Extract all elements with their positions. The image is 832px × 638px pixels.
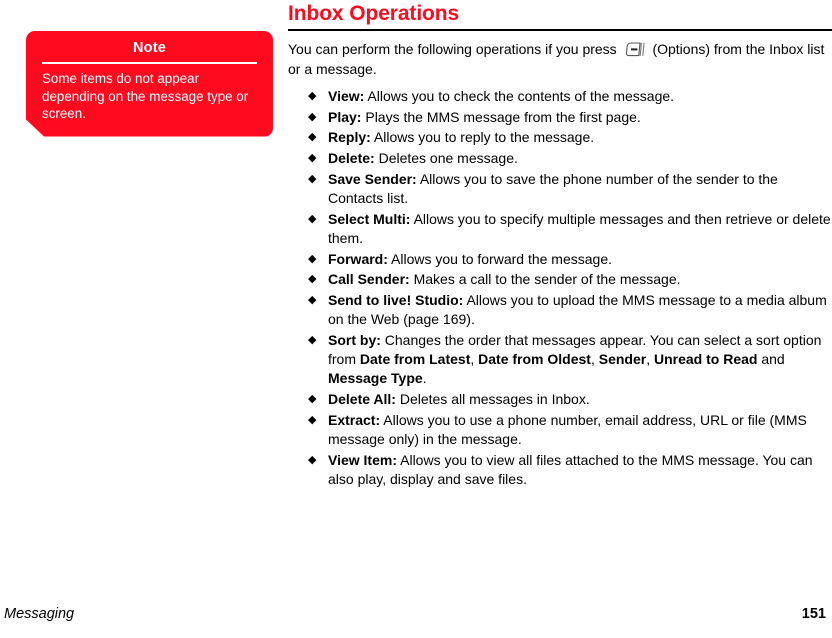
sort-option-message-type: Message Type: [328, 370, 423, 387]
sort-option-date-from-latest: Date from Latest: [359, 351, 471, 368]
footer-section-name: Messaging: [4, 606, 75, 622]
list-item: ◆ Send to live! Studio: Allows you to up…: [306, 291, 832, 329]
list-item: ◆ Reply: Allows you to reply to the mess…: [306, 128, 832, 147]
list-item: ◆ View Item: Allows you to view all file…: [306, 451, 832, 489]
operation-label: Call Sender:: [328, 271, 410, 288]
list-item: ◆ Play: Plays the MMS message from the f…: [306, 108, 832, 127]
operation-label: Reply:: [328, 129, 371, 146]
diamond-bullet-icon: ◆: [308, 333, 317, 346]
page-title: Inbox Operations: [288, 2, 460, 25]
footer-page-number: 151: [801, 606, 826, 622]
operation-label: Delete All:: [328, 391, 396, 408]
operation-label: Play:: [328, 108, 362, 125]
operation-label: Delete:: [328, 150, 375, 167]
operation-desc: Deletes all messages in Inbox.: [395, 391, 590, 408]
note-body: Some items do not appear depending on th…: [42, 71, 249, 121]
operation-desc: Allows you to forward the message.: [387, 250, 612, 267]
operation-desc: Makes a call to the sender of the messag…: [409, 271, 681, 288]
intro-paragraph: You can perform the following operations…: [288, 40, 832, 79]
list-item: ◆ Delete: Deletes one message.: [306, 149, 832, 168]
diamond-bullet-icon: ◆: [308, 393, 317, 406]
intro-text-before: You can perform the following operations…: [288, 41, 617, 57]
diamond-bullet-icon: ◆: [308, 212, 317, 225]
operation-desc: Allows you to use a phone number, email …: [328, 411, 807, 447]
title-rule: [288, 29, 832, 31]
desc-tail: .: [422, 370, 427, 387]
diamond-bullet-icon: ◆: [308, 152, 317, 165]
operation-desc: Allows you to check the contents of the …: [364, 88, 675, 104]
operation-desc: Deletes one message.: [374, 150, 518, 167]
document-page: Note Some items do not appear depending …: [0, 0, 832, 638]
sort-option-sender: Sender: [598, 351, 647, 368]
note-divider: [42, 62, 257, 64]
diamond-bullet-icon: ◆: [308, 131, 317, 144]
operation-label: View Item:: [328, 451, 397, 468]
operation-desc: Allows you to reply to the message.: [370, 129, 595, 146]
note-callout: Note Some items do not appear depending …: [26, 31, 273, 137]
diamond-bullet-icon: ◆: [308, 110, 317, 123]
operation-label: Forward:: [328, 250, 388, 267]
list-item: ◆ Select Multi: Allows you to specify mu…: [306, 210, 832, 248]
operation-label: Send to live! Studio:: [328, 292, 464, 309]
list-item: ◆ Forward: Allows you to forward the mes…: [306, 250, 832, 269]
sep: ,: [646, 351, 654, 368]
list-item: ◆ Delete All: Deletes all messages in In…: [306, 390, 832, 409]
sort-option-date-from-oldest: Date from Oldest: [478, 351, 591, 368]
operation-label: Sort by:: [328, 331, 381, 348]
diamond-bullet-icon: ◆: [308, 90, 317, 102]
soft-key-options-icon: [625, 42, 646, 57]
sep: ,: [590, 351, 599, 368]
diamond-bullet-icon: ◆: [308, 294, 317, 307]
sort-option-unread-to-read: Unread to Read: [653, 351, 758, 368]
operation-label: View:: [328, 88, 365, 104]
list-item: ◆ Save Sender: Allows you to save the ph…: [306, 170, 832, 208]
sep: ,: [470, 351, 479, 368]
list-item: ◆ Call Sender: Makes a call to the sende…: [306, 270, 832, 289]
operation-label: Save Sender:: [328, 170, 417, 187]
list-item: ◆ Extract: Allows you to use a phone num…: [306, 411, 832, 449]
left-margin-column: Note Some items do not appear depending …: [0, 0, 285, 590]
diamond-bullet-icon: ◆: [308, 413, 317, 426]
operation-desc: Allows you to view all files attached to…: [328, 451, 813, 487]
diamond-bullet-icon: ◆: [308, 252, 317, 265]
operation-desc: Plays the MMS message from the first pag…: [361, 108, 641, 125]
list-item: ◆ Sort by: Changes the order that messag…: [306, 331, 832, 389]
diamond-bullet-icon: ◆: [308, 453, 317, 466]
operation-label: Select Multi:: [328, 210, 411, 227]
diamond-bullet-icon: ◆: [308, 273, 317, 286]
content-column: Inbox Operations You can perform the fol…: [288, 0, 832, 491]
inbox-operations-list: ◆ View: Allows you to check the contents…: [306, 87, 832, 489]
sep: and: [757, 351, 785, 368]
diamond-bullet-icon: ◆: [308, 172, 317, 185]
page-footer: Messaging 151: [0, 606, 832, 626]
note-title: Note: [132, 40, 167, 56]
list-item: ◆ View: Allows you to check the contents…: [306, 87, 832, 106]
operation-label: Extract:: [328, 411, 381, 428]
